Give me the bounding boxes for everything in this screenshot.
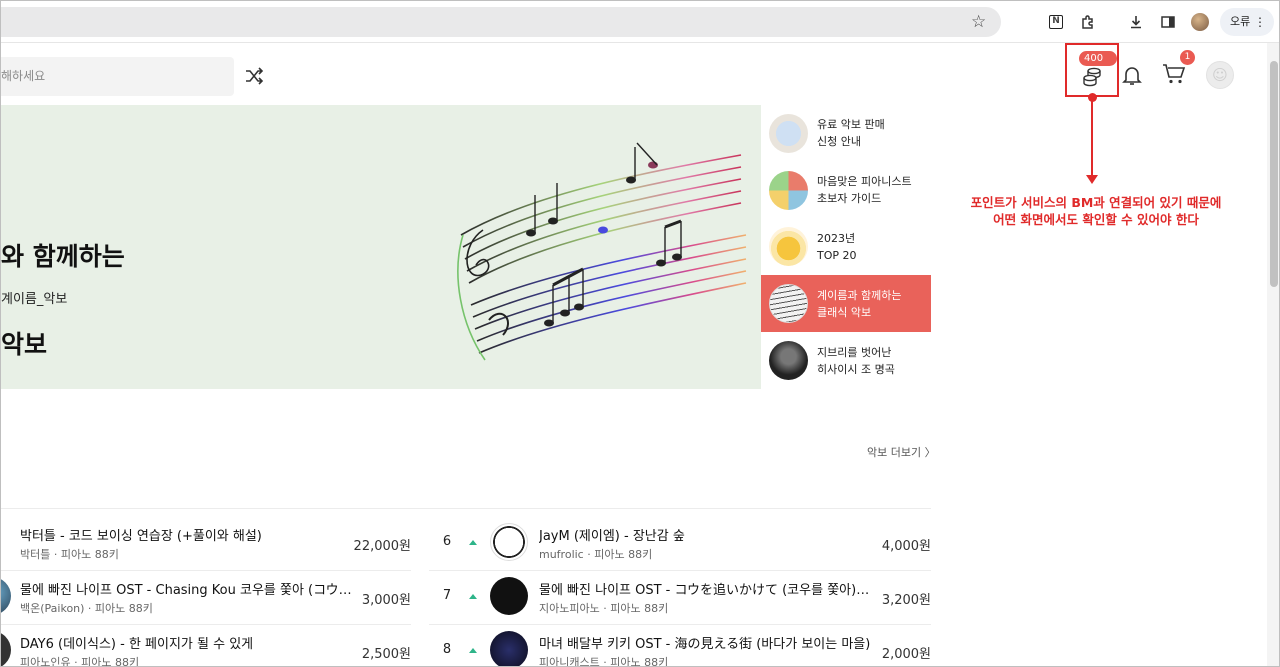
- side-item-label: 계이름과 함께하는 클래식 악보: [817, 288, 902, 319]
- music-staff-illustration: [457, 142, 747, 361]
- chart-row[interactable]: DAY6 (데이식스) - 한 페이지가 될 수 있게 피아노인유 · 피아노 …: [1, 624, 411, 667]
- row-title: 마녀 배달부 키키 OST - 海の見える街 (바다가 보이는 마을): [539, 637, 871, 652]
- address-bar[interactable]: [1, 7, 1001, 37]
- side-item-label: 마음맞은 피아니스트 초보자 가이드: [817, 175, 912, 206]
- more-sheets-link[interactable]: 악보 더보기 〉: [867, 444, 936, 460]
- coins-icon: [1083, 67, 1101, 87]
- rank-up-icon: [469, 540, 477, 545]
- annotation-line: [1091, 98, 1093, 178]
- row-thumbnail: [490, 523, 528, 561]
- row-meta: 박터틀 · 피아노 88키: [20, 548, 119, 561]
- row-price: 2,000원: [881, 647, 931, 662]
- search-input[interactable]: 해하세요: [1, 57, 234, 96]
- page-scrollbar[interactable]: [1267, 43, 1279, 666]
- banner-title-line-1: 와 함께하는: [1, 242, 125, 271]
- row-meta: mufrolic · 피아노 88키: [539, 548, 653, 561]
- sheet-music-icon: [769, 284, 808, 324]
- chart-top-divider: [1, 508, 931, 509]
- row-thumbnail: [1, 631, 11, 666]
- points-badge: 400원: [1079, 51, 1117, 79]
- row-title: 박터틀 - 코드 보이싱 연습장 (+풀이와 해설): [20, 529, 262, 544]
- chevron-right-icon: 〉: [924, 446, 936, 459]
- browser-toolbar: ☆ N 오류 ⋮: [1, 1, 1279, 43]
- sheet-music-stand-icon: [769, 113, 808, 153]
- row-price: 4,000원: [881, 539, 931, 554]
- profile-error-label: 오류: [1230, 15, 1251, 28]
- profile-error-button[interactable]: 오류 ⋮: [1220, 8, 1274, 36]
- row-meta: 피아니캐스트 · 피아노 88키: [539, 656, 669, 667]
- download-icon[interactable]: [1126, 12, 1146, 32]
- side-item-label: 2023년 TOP 20: [817, 231, 857, 262]
- annotation-arrow-icon: [1086, 175, 1098, 184]
- cart-icon[interactable]: [1162, 63, 1186, 85]
- notification-bell-icon[interactable]: [1122, 64, 1142, 86]
- profile-avatar[interactable]: [1191, 13, 1209, 31]
- row-thumbnail: [1, 523, 13, 561]
- search-placeholder: 해하세요: [1, 69, 46, 83]
- row-title: 물에 빠진 나이프 OST - Chasing Kou 코우를 쫓아 (コウを追…: [20, 583, 358, 598]
- row-rank: 7: [442, 588, 452, 603]
- row-rank: 8: [442, 642, 452, 657]
- browser-window: ☆ N 오류 ⋮ 해하세요 400원 1 ☺ 포인트가 서비스의 BM과 연결되…: [0, 0, 1280, 667]
- side-item-top20[interactable]: 2023년 TOP 20: [761, 218, 931, 276]
- chart-row[interactable]: 6 JayM (제이엠) - 장난감 숲 mufrolic · 피아노 88키 …: [437, 516, 931, 570]
- side-panel-icon[interactable]: [1158, 12, 1178, 32]
- rank-up-icon: [469, 648, 477, 653]
- more-sheets-label: 악보 더보기: [867, 446, 922, 459]
- user-avatar[interactable]: ☺: [1206, 61, 1234, 89]
- extensions-puzzle-icon[interactable]: [1078, 12, 1098, 32]
- banner-side-list: 유료 악보 판매 신청 안내 마음맞은 피아니스트 초보자 가이드 2023년 …: [761, 105, 931, 389]
- annotation-line-2: 어떤 화면에서도 확인할 수 있어야 한다: [993, 212, 1199, 227]
- chart-row[interactable]: 8 마녀 배달부 키키 OST - 海の見える街 (바다가 보이는 마을) 피아…: [437, 624, 931, 667]
- more-vert-icon[interactable]: ⋮: [1254, 8, 1266, 36]
- row-rank: 6: [442, 534, 452, 549]
- row-price: 22,000원: [353, 539, 411, 554]
- notion-extension-icon[interactable]: N: [1046, 12, 1066, 32]
- row-title: JayM (제이엠) - 장난감 숲: [539, 529, 685, 544]
- row-title: DAY6 (데이식스) - 한 페이지가 될 수 있게: [20, 637, 254, 652]
- bookmark-star-icon[interactable]: ☆: [971, 12, 986, 32]
- row-price: 3,000원: [361, 593, 411, 608]
- row-thumbnail: [490, 577, 528, 615]
- points-button[interactable]: 400원: [1065, 43, 1119, 97]
- row-meta: 지아노피아노 · 피아노 88키: [539, 602, 669, 615]
- rank-up-icon: [469, 594, 477, 599]
- row-title: 물에 빠진 나이프 OST - コウを追いかけて (코우를 쫓아) (계...: [539, 583, 873, 598]
- side-item-label: 지브리를 벗어난 히사이시 조 명곡: [817, 345, 895, 376]
- books-icon: [769, 170, 808, 210]
- chart-row[interactable]: 물에 빠진 나이프 OST - Chasing Kou 코우를 쫓아 (コウを追…: [1, 570, 411, 624]
- side-item-classic-sheets[interactable]: 계이름과 함께하는 클래식 악보: [761, 275, 931, 333]
- annotation-text: 포인트가 서비스의 BM과 연결되어 있기 때문에 어떤 화면에서도 확인할 수…: [951, 194, 1241, 228]
- cart-count-badge: 1: [1180, 50, 1195, 65]
- row-thumbnail: [490, 631, 528, 666]
- chart-row[interactable]: 박터틀 - 코드 보이싱 연습장 (+풀이와 해설) 박터틀 · 피아노 88키…: [1, 516, 411, 570]
- medal-icon: [769, 227, 808, 267]
- chart-row[interactable]: 7 물에 빠진 나이프 OST - コウを追いかけて (코우를 쫓아) (계..…: [437, 570, 931, 624]
- side-item-label: 유료 악보 판매 신청 안내: [817, 118, 885, 149]
- row-price: 2,500원: [361, 647, 411, 662]
- side-item-hisaishi[interactable]: 지브리를 벗어난 히사이시 조 명곡: [761, 332, 931, 389]
- side-item-sales-guide[interactable]: 유료 악보 판매 신청 안내: [761, 105, 931, 162]
- row-price: 3,200원: [881, 593, 931, 608]
- banner-subtitle: 계이름_악보: [1, 292, 68, 307]
- row-meta: 피아노인유 · 피아노 88키: [20, 656, 140, 667]
- banner-title-line-2: 악보: [1, 330, 48, 359]
- annotation-line-1: 포인트가 서비스의 BM과 연결되어 있기 때문에: [970, 195, 1222, 210]
- row-thumbnail: [1, 577, 11, 615]
- row-meta: 백온(Paikon) · 피아노 88키: [20, 602, 153, 615]
- artist-photo: [769, 341, 808, 381]
- side-item-beginner-guide[interactable]: 마음맞은 피아니스트 초보자 가이드: [761, 161, 931, 219]
- shuffle-icon[interactable]: [244, 66, 264, 86]
- scrollbar-thumb[interactable]: [1270, 61, 1278, 287]
